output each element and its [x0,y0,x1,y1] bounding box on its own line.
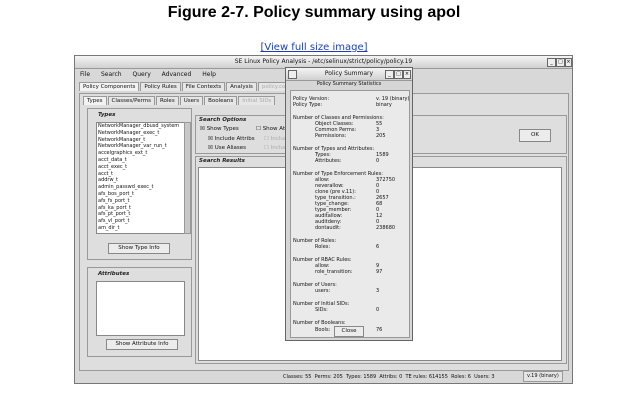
tab-users[interactable]: Users [179,96,204,105]
list-item[interactable]: afs_vl_port_t [97,218,184,225]
search-options-title: Search Options [199,117,247,123]
attributes-group: Attributes Show Attribute Info [87,267,192,357]
list-item[interactable]: NetworkManager_var_run_t [97,143,184,150]
use-aliases-label: Use Aliases [214,145,247,151]
status-attribs: Attribs: 0 [379,374,403,380]
dialog-menu-icon[interactable] [288,70,297,79]
users-label: users: [315,288,331,294]
tab-policy-components[interactable]: Policy Components [79,82,140,91]
tab-policy-rules[interactable]: Policy Rules [140,82,181,91]
show-types-checkbox[interactable]: ☒ Show Types [200,126,239,132]
list-item[interactable]: acct_exec_t [97,164,184,171]
figure-title: Figure 2-7. Policy summary using apol [167,4,461,21]
dialog-title: Policy Summary [324,70,374,77]
status-classes: Classes: 55 [283,374,312,380]
tab-file-contexts[interactable]: File Contexts [181,82,226,91]
status-roles: Roles: 6 [451,374,471,380]
maximize-icon[interactable]: □ [556,58,565,67]
list-item[interactable]: NetworkManager_exec_t [97,130,184,137]
include-attribs-label: Include Attribs [214,136,255,142]
list-item[interactable]: afs_ka_port_t [97,205,184,212]
menu-query[interactable]: Query [133,71,151,78]
window-title: SE Linux Policy Analysis - /etc/selinux/… [234,58,413,65]
tab-roles[interactable]: Roles [155,96,179,105]
list-item[interactable]: afs_pt_port_t [97,211,184,218]
status-types: Types: 1589 [346,374,377,380]
attributes-listbox[interactable] [96,281,185,336]
dontaudit-label: dontaudit: [315,225,341,231]
status-bar: Classes: 55 Perms: 205 Types: 1589 Attri… [75,371,572,382]
menu-help[interactable]: Help [202,71,216,78]
use-aliases-checkbox[interactable]: ☒ Use Aliases [208,145,246,151]
status-users: Users: 3 [474,374,495,380]
close-button[interactable]: Close [334,326,364,337]
include-attribs-checkbox[interactable]: ☒ Include Attribs [208,136,255,142]
list-item[interactable]: admin_passwd_exec_t [97,184,184,191]
list-item[interactable]: accelgraphics_ext_t [97,150,184,157]
list-item[interactable]: acct_data_t [97,157,184,164]
sids-label: SIDs: [315,307,328,313]
dialog-subtitle: Policy Summary Statistics [316,81,382,87]
status-version: v.19 (binary) [523,371,563,382]
ok-button[interactable]: OK [519,129,551,142]
view-full-size-link[interactable]: [View full size image] [0,42,628,53]
close-icon[interactable]: × [565,58,572,67]
tab-booleans[interactable]: Booleans [204,96,238,105]
attributes-label: Attributes: [315,158,342,164]
dialog-maximize-icon[interactable]: □ [394,70,403,79]
list-item[interactable]: addrw_t [97,177,184,184]
dontaudit-value: 238680 [376,225,396,231]
types-header: Number of Types and Attributes: [293,146,375,152]
attributes-group-title: Attributes [98,271,130,277]
menu-file[interactable]: File [80,71,90,78]
summary-stats-panel: Policy Version: v. 19 (binary) Policy Ty… [290,90,410,338]
dialog-minimize-icon[interactable]: _ [385,70,394,79]
list-item[interactable]: am_dir_t [97,225,184,232]
policy-type-label: Policy Type: [293,102,323,108]
search-results-title: Search Results [199,158,245,164]
show-attribute-info-button[interactable]: Show Attribute Info [106,339,178,350]
roles-value: 6 [376,244,380,250]
status-counts: Classes: 55 Perms: 205 Types: 1589 Attri… [283,372,495,383]
role-transition-label: role_transition: [315,269,353,275]
types-scrollbar[interactable] [184,122,191,234]
show-types-label: Show Types [206,126,239,132]
roles-label: Roles: [315,244,331,250]
tab-classes-perms[interactable]: Classes/Perms [107,96,155,105]
list-item[interactable]: afs_bos_port_t [97,191,184,198]
tab-initial-sids: Initial SIDs [238,96,276,105]
list-item[interactable]: acct_t [97,171,184,178]
menu-advanced[interactable]: Advanced [162,71,192,78]
te-header: Number of Type Enforcement Rules: [293,171,383,177]
types-listbox[interactable]: NetworkManager_dbusd_system NetworkManag… [96,122,185,234]
menu-search[interactable]: Search [101,71,122,78]
policy-summary-dialog: Policy Summary _ □ × Policy Summary Stat… [285,67,413,341]
tab-analysis[interactable]: Analysis [226,82,257,91]
permissions-value: 205 [376,133,386,139]
policy-type-value: binary [376,102,392,108]
attributes-value: 0 [376,158,380,164]
list-item[interactable]: afs_fs_port_t [97,198,184,205]
role-transition-value: 97 [376,269,383,275]
list-item[interactable]: NetworkManager_t [97,137,184,144]
types-group: Types NetworkManager_dbusd_system Networ… [87,108,192,260]
sub-tabs: Types Classes/Perms Roles Users Booleans Init… [83,96,276,106]
top-tabs: Policy Components Policy Rules File Contex… [79,82,296,92]
tab-types[interactable]: Types [83,96,107,105]
bools-label: Bools: [315,327,331,333]
types-group-title: Types [98,112,116,118]
sids-value: 0 [376,307,380,313]
status-perms: Perms: 205 [314,374,343,380]
list-item[interactable]: NetworkManager_dbusd_system [97,123,184,130]
users-value: 3 [376,288,380,294]
show-type-info-button[interactable]: Show Type Info [108,243,170,254]
status-te-rules: TE rules: 614155 [405,374,448,380]
permissions-label: Permissions: [315,133,347,139]
dialog-close-icon[interactable]: × [403,70,411,79]
bools-value: 76 [376,327,383,333]
minimize-icon[interactable]: _ [547,58,556,67]
